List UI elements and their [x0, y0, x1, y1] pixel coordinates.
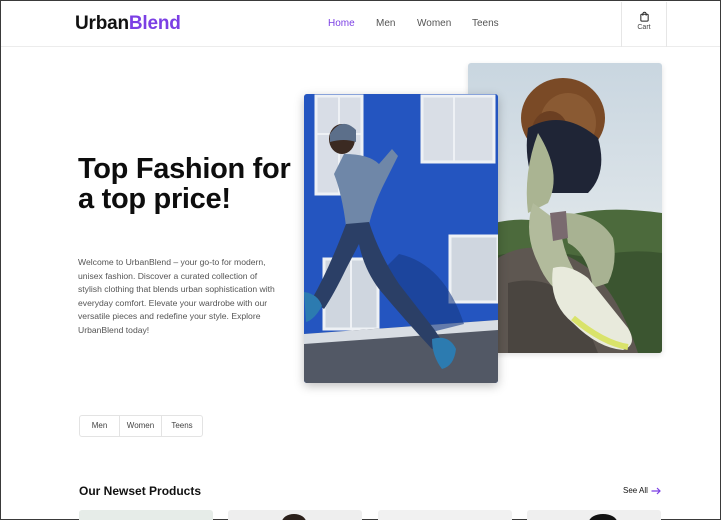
shopping-bag-icon	[639, 11, 649, 22]
brand-name-part2: Blend	[128, 13, 181, 34]
cart-label: Cart	[637, 24, 651, 31]
filter-women[interactable]: Women	[120, 416, 162, 436]
brand-logo[interactable]: UrbanBlend	[75, 13, 181, 35]
brand-name-part1: Urban	[75, 13, 129, 34]
top-header: UrbanBlend Home Men Women Teens Cart	[1, 1, 720, 47]
hero-description: Welcome to UrbanBlend – your go-to for m…	[78, 257, 275, 335]
product-card[interactable]	[228, 510, 362, 520]
filter-men[interactable]: Men	[80, 416, 120, 436]
nav-men[interactable]: Men	[376, 18, 395, 29]
product-card[interactable]	[378, 510, 512, 520]
filter-teens[interactable]: Teens	[162, 416, 202, 436]
nav-women[interactable]: Women	[417, 18, 451, 29]
products-section-title: Our Newset Products	[79, 484, 202, 498]
nav-teens[interactable]: Teens	[472, 18, 499, 29]
arrow-right-icon	[651, 487, 661, 494]
see-all-label: See All	[623, 486, 648, 495]
nav-home[interactable]: Home	[328, 18, 355, 29]
see-all-link[interactable]: See All	[623, 486, 661, 495]
product-card[interactable]	[527, 510, 661, 520]
product-card[interactable]	[79, 510, 213, 520]
hero-title: Top Fashion for a top price!	[78, 153, 291, 215]
hero-image-man-jumping	[304, 94, 498, 383]
cart-button[interactable]: Cart	[621, 2, 667, 47]
category-filter-group: Men Women Teens	[79, 415, 203, 437]
